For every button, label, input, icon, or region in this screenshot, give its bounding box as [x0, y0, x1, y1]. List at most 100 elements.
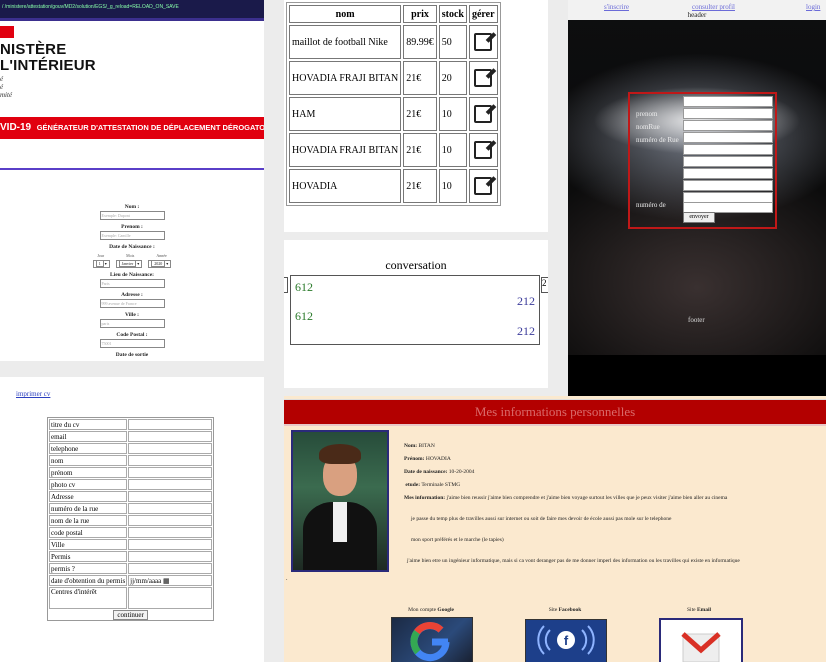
prenom-label: prenom [636, 110, 658, 118]
dot: . [286, 576, 288, 582]
lieu-label: Lieu de Naissance: [110, 272, 154, 278]
cv-input[interactable] [128, 527, 213, 538]
form-input[interactable] [683, 96, 773, 107]
info-etude: etude: Terminale STMG [405, 482, 461, 488]
lieu-input[interactable]: Paris [99, 279, 165, 288]
marianne-logo [0, 26, 14, 38]
continuer-button[interactable]: continuer [113, 609, 148, 620]
table-row: HOVADIA FRAJI BITAN 21€ 20 [289, 61, 498, 95]
message-left: 612 [295, 309, 313, 323]
url-bar[interactable]: / /ministere/attestation/gouv/MD2/soluti… [0, 0, 264, 21]
conversation-title: conversation [385, 258, 447, 272]
cv-input[interactable] [128, 443, 213, 454]
cp-label: Code Postal : [116, 332, 148, 338]
table-row: HOVADIA 21€ 10 [289, 169, 498, 203]
table-row: HAM 21€ 10 [289, 97, 498, 131]
cv-input[interactable] [128, 563, 213, 574]
cv-row: email [49, 431, 213, 442]
left-edge [284, 277, 288, 293]
numrue-label: numéro de Rue [636, 136, 679, 144]
ville-input[interactable]: paris [99, 319, 165, 328]
prenom-input[interactable]: Exemple: Camille [99, 231, 165, 240]
cv-row: date d'obtention du permis jj/mm/aaaa ▦ [49, 575, 213, 586]
nom-label: Nom : [124, 204, 140, 210]
dob-label: Date de Naissance : [109, 244, 155, 250]
month-select[interactable]: Janvier ▾ [115, 260, 143, 268]
cv-row: code postal [49, 527, 213, 538]
envoyer-button[interactable]: envoyer [683, 212, 715, 223]
col-gerer: gérer [468, 5, 498, 23]
personal-info-panel: Mes informations personnelles Nom: BITAN… [284, 396, 826, 662]
nav-login[interactable]: login [806, 3, 820, 11]
table-row: HOVADIA FRAJI BITAN 21€ 10 [289, 133, 498, 167]
cv-form: titre du cv email telephone nom prénom p… [47, 417, 215, 621]
info-para2: mon sport préférés et le marche (le tapi… [411, 537, 504, 543]
ville-label: Ville : [125, 312, 139, 318]
cv-input[interactable] [128, 479, 213, 490]
cv-input[interactable] [128, 515, 213, 526]
numero-label: numéro de [636, 201, 666, 209]
cv-row: Centres d'intérêt [49, 587, 213, 609]
info-about: Mes information: j'aime bien reussir j'a… [404, 495, 728, 501]
cv-row: nom de la rue [49, 515, 213, 526]
nom-input[interactable]: Exemple: Dupont [99, 211, 165, 220]
form-input[interactable] [683, 144, 773, 155]
info-prenom: Prénom: HOVADIA [404, 456, 451, 462]
cv-input[interactable] [128, 419, 213, 430]
edit-icon[interactable] [474, 141, 493, 159]
cv-input[interactable] [128, 467, 213, 478]
cv-row: photo cv [49, 479, 213, 490]
footer-label: footer [688, 316, 705, 324]
cv-row: prénom [49, 467, 213, 478]
message-left: 612 [295, 280, 313, 294]
facebook-icon[interactable]: f [525, 619, 607, 662]
col-prix: prix [403, 5, 437, 23]
header-label: header [687, 11, 707, 19]
edit-icon[interactable] [474, 105, 493, 123]
col-nom: nom [289, 5, 402, 23]
svg-text:f: f [564, 633, 569, 648]
register-form: prenom nomRue numéro de Rue numéro de en… [628, 92, 777, 229]
nav-profil[interactable]: consulter profil [692, 3, 735, 11]
google-label: Mon compte Google [408, 607, 454, 613]
edit-icon[interactable] [474, 177, 493, 195]
cv-input[interactable] [128, 539, 213, 550]
form-input[interactable] [683, 168, 773, 179]
cv-row: permis ? [49, 563, 213, 574]
right-edge: 2 [541, 277, 548, 293]
cv-input[interactable] [128, 503, 213, 514]
conversation-box: 612 212 612 212 [290, 275, 540, 345]
form-input[interactable] [683, 156, 773, 167]
ministere-title-1: NISTÈRE [0, 41, 67, 58]
date-input[interactable]: jj/mm/aaaa ▦ [128, 575, 213, 586]
day-select[interactable]: 1 ▾ [92, 260, 110, 268]
print-cv-link[interactable]: imprimer cv [16, 390, 50, 398]
year-select[interactable]: 2020 ▾ [148, 260, 172, 268]
attestation-panel: / /ministere/attestation/gouv/MD2/soluti… [0, 0, 264, 361]
cv-row: numéro de la rue [49, 503, 213, 514]
black-area [568, 355, 826, 396]
cv-input[interactable] [128, 431, 213, 442]
cv-panel: imprimer cv titre du cv email telephone … [0, 377, 264, 662]
cv-row: Permis [49, 551, 213, 562]
nav-inscrire[interactable]: s'inscrire [604, 3, 629, 11]
motto: é é mité [0, 75, 13, 99]
edit-icon[interactable] [474, 33, 493, 51]
info-title: Mes informations personnelles [474, 404, 636, 419]
nav-divider [0, 168, 264, 170]
cv-row: telephone [49, 443, 213, 454]
form-input[interactable] [683, 180, 773, 191]
form-input[interactable] [683, 108, 773, 119]
form-input[interactable] [683, 120, 773, 131]
info-nom: Nom: BITAN [404, 443, 435, 449]
cv-row: titre du cv [49, 419, 213, 430]
cv-row: Ville [49, 539, 213, 550]
gmail-icon[interactable] [659, 618, 743, 662]
adresse-input[interactable]: 999 avenue de France [99, 299, 165, 308]
edit-icon[interactable] [474, 69, 493, 87]
cv-input[interactable] [128, 455, 213, 466]
cp-input[interactable]: 75001 [99, 339, 165, 348]
form-input[interactable] [683, 132, 773, 143]
interests-textarea[interactable] [128, 587, 213, 609]
google-icon[interactable] [391, 617, 473, 662]
